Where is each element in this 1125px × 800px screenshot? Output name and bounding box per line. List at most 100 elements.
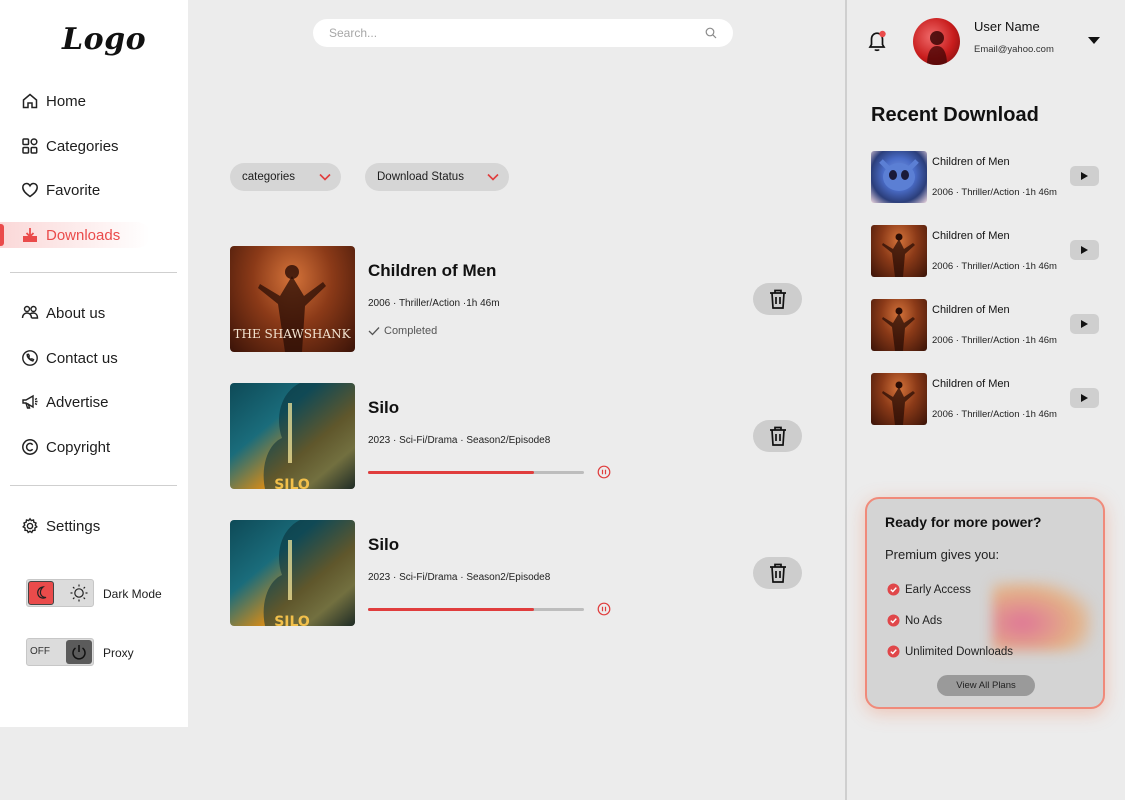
recent-item[interactable]: Children of Men 2006 · Thriller/Action ·… xyxy=(871,299,1101,351)
download-meta: 2006 · Thriller/Action ·1h 46m xyxy=(368,298,500,309)
nav-downloads-label: Downloads xyxy=(46,226,121,244)
proxy-toggle[interactable]: OFF xyxy=(26,638,94,666)
play-button[interactable] xyxy=(1070,166,1099,186)
movie-poster[interactable]: THE SHAWSHANK xyxy=(230,246,355,352)
play-button[interactable] xyxy=(1070,314,1099,334)
search-placeholder: Search... xyxy=(329,26,378,40)
phone-icon xyxy=(22,350,38,366)
verified-check-icon xyxy=(887,614,900,627)
recent-item[interactable]: Children of Men 2006 · Thriller/Action ·… xyxy=(871,225,1101,277)
view-all-plans-button[interactable]: View All Plans xyxy=(937,675,1035,696)
download-title: Silo xyxy=(368,535,400,554)
play-button[interactable] xyxy=(1070,388,1099,408)
nav-favorite-label: Favorite xyxy=(46,181,101,199)
bell-icon[interactable] xyxy=(866,29,888,53)
search-icon[interactable] xyxy=(705,27,717,39)
download-icon xyxy=(23,228,37,242)
recent-thumbnail xyxy=(871,373,927,425)
pause-icon[interactable] xyxy=(597,465,611,479)
recent-thumbnail xyxy=(871,151,927,203)
play-button[interactable] xyxy=(1070,240,1099,260)
nav-categories[interactable]: Categories xyxy=(0,131,188,161)
copyright-icon xyxy=(22,439,38,455)
recent-item[interactable]: Children of Men 2006 · Thriller/Action ·… xyxy=(871,373,1101,425)
poster-title-text: SILO xyxy=(274,614,310,626)
nav-contact-us[interactable]: Contact us xyxy=(0,343,188,373)
heart-icon xyxy=(22,182,38,198)
download-meta: 2023 · Sci-Fi/Drama · Season2/Episode8 xyxy=(368,572,551,583)
power-icon xyxy=(66,640,92,664)
movie-poster[interactable]: SILO xyxy=(230,520,355,626)
recent-item-meta: 2006 · Thriller/Action ·1h 46m xyxy=(932,261,1057,272)
promo-title: Ready for more power? xyxy=(885,514,1042,530)
download-progress-bar xyxy=(368,608,584,611)
download-progress-fill xyxy=(368,608,535,611)
search-input[interactable]: Search... xyxy=(313,19,733,47)
nav-advertise-label: Advertise xyxy=(46,393,109,411)
verified-check-icon xyxy=(887,645,900,658)
download-progress-fill xyxy=(368,471,535,474)
play-icon xyxy=(1081,246,1088,254)
sun-icon xyxy=(70,584,88,602)
nav-downloads[interactable]: Downloads xyxy=(0,220,188,250)
panel-divider xyxy=(845,0,847,800)
movie-poster[interactable]: SILO xyxy=(230,383,355,489)
nav-home[interactable]: Home xyxy=(0,86,188,116)
download-status-filter-dropdown[interactable]: Download Status xyxy=(365,163,509,191)
nav-advertise[interactable]: Advertise xyxy=(0,387,188,417)
sidebar-divider xyxy=(10,272,177,273)
categories-icon xyxy=(22,138,38,154)
delete-button[interactable] xyxy=(753,283,802,315)
chevron-down-icon xyxy=(319,173,331,181)
download-meta: 2023 · Sci-Fi/Drama · Season2/Episode8 xyxy=(368,435,551,446)
caret-down-icon[interactable] xyxy=(1087,36,1101,45)
recent-item-title: Children of Men xyxy=(932,230,1010,242)
play-icon xyxy=(1081,320,1088,328)
megaphone-icon xyxy=(22,394,38,409)
trash-icon xyxy=(769,289,786,309)
home-icon xyxy=(22,93,38,109)
pause-icon[interactable] xyxy=(597,602,611,616)
nav-copyright-label: Copyright xyxy=(46,438,111,456)
promo-feature: No Ads xyxy=(887,614,942,627)
download-item: SILO Silo 2023 · Sci-Fi/Drama · Season2/… xyxy=(230,520,810,626)
poster-title-text: SILO xyxy=(274,477,310,489)
recent-item-title: Children of Men xyxy=(932,156,1010,168)
proxy-state-text: OFF xyxy=(30,646,50,657)
nav-favorite[interactable]: Favorite xyxy=(0,175,188,205)
nav-about-us-label: About us xyxy=(46,304,106,322)
download-status-text: Completed xyxy=(384,325,438,337)
nav-about-us[interactable]: About us xyxy=(0,298,188,328)
recent-item[interactable]: Children of Men 2006 · Thriller/Action ·… xyxy=(871,151,1101,203)
trash-icon xyxy=(769,563,786,583)
verified-check-icon xyxy=(887,583,900,596)
proxy-label: Proxy xyxy=(103,646,134,660)
delete-button[interactable] xyxy=(753,420,802,452)
gear-icon xyxy=(22,517,38,534)
nav-settings[interactable]: Settings xyxy=(0,511,188,541)
recent-thumbnail xyxy=(871,225,927,277)
logo[interactable]: Logo xyxy=(62,22,146,57)
sidebar-divider xyxy=(10,485,177,486)
nav-copyright[interactable]: Copyright xyxy=(0,432,188,462)
download-progress-bar xyxy=(368,471,584,474)
delete-button[interactable] xyxy=(753,557,802,589)
user-email: Email@yahoo.com xyxy=(974,44,1054,55)
dark-mode-toggle[interactable] xyxy=(26,579,94,607)
recent-item-meta: 2006 · Thriller/Action ·1h 46m xyxy=(932,187,1057,198)
download-status: Completed xyxy=(368,325,437,337)
download-title: Children of Men xyxy=(368,261,497,280)
moon-icon xyxy=(28,581,54,605)
nav-categories-label: Categories xyxy=(46,137,119,155)
avatar[interactable] xyxy=(913,18,960,65)
user-name: User Name xyxy=(974,19,1040,34)
trash-icon xyxy=(769,426,786,446)
nav-settings-label: Settings xyxy=(46,517,101,535)
premium-promo-card: Ready for more power? Premium gives you:… xyxy=(865,497,1105,709)
promo-decoration xyxy=(992,581,1092,651)
categories-filter-dropdown[interactable]: categories xyxy=(230,163,341,191)
nav-home-label: Home xyxy=(46,92,87,110)
poster-title-text: THE SHAWSHANK xyxy=(233,327,351,341)
check-icon xyxy=(368,327,380,336)
recent-download-title: Recent Download xyxy=(871,104,1039,126)
